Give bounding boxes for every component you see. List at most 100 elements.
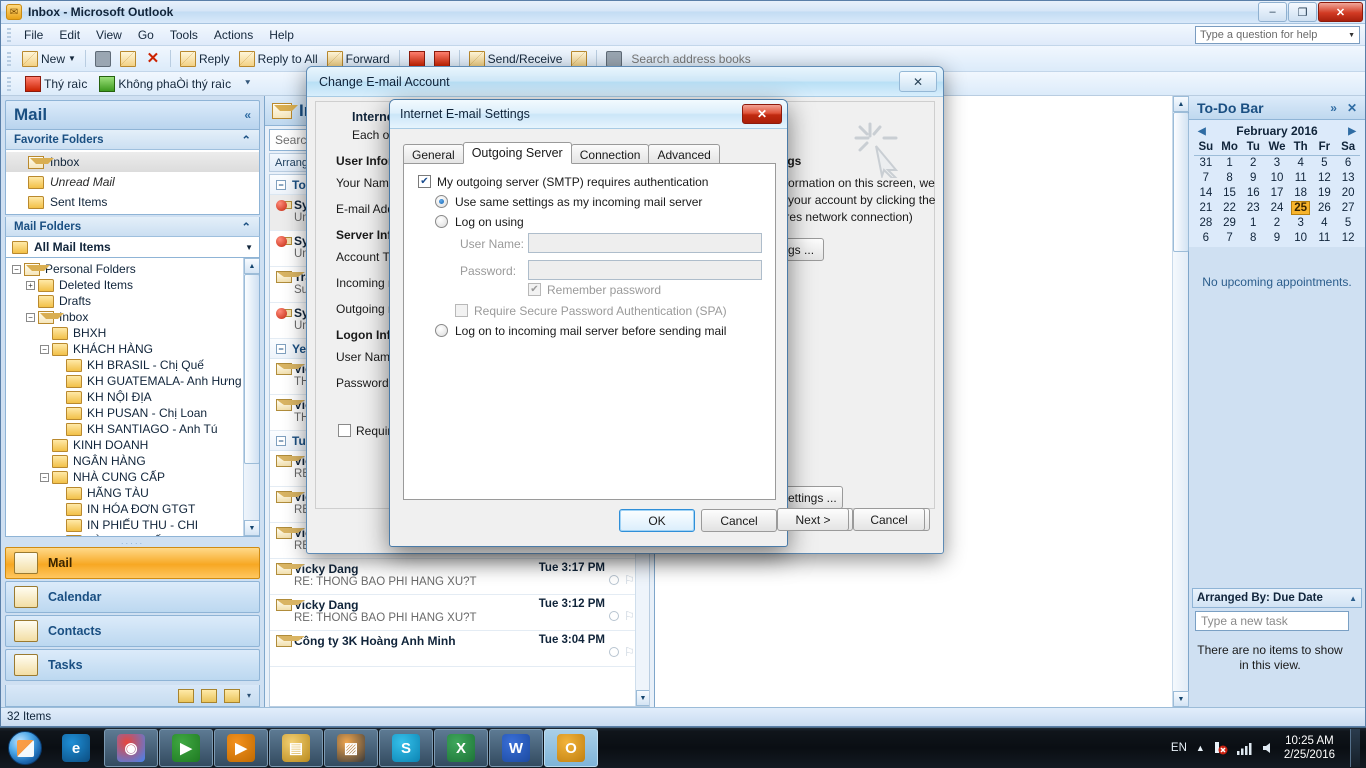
group-collapse-icon[interactable]: − — [276, 179, 286, 190]
dialog-close-button[interactable]: ✕ — [899, 71, 937, 92]
favorite-item-unread-mail[interactable]: Unread Mail — [6, 172, 259, 192]
calendar-day[interactable]: 11 — [1289, 170, 1313, 185]
new-task-input[interactable]: Type a new task — [1195, 611, 1349, 631]
group-collapse-icon[interactable]: − — [276, 435, 286, 446]
configure-buttons-icon[interactable]: ▾ — [247, 691, 251, 700]
taskbar-clock[interactable]: 10:25 AM 2/25/2016 — [1284, 734, 1335, 762]
taskbar-word-button[interactable]: W — [489, 729, 543, 767]
smtp-auth-checkbox[interactable]: ✔ — [418, 175, 431, 188]
favorite-item-inbox[interactable]: Inbox — [6, 152, 259, 172]
calendar-day[interactable]: 1 — [1241, 215, 1265, 230]
calendar-day[interactable]: 9 — [1241, 170, 1265, 185]
tree-node[interactable]: Drafts — [6, 293, 259, 309]
mail-folders-header[interactable]: Mail Folders ⌃ — [5, 217, 260, 237]
calendar-day[interactable]: 14 — [1194, 185, 1218, 200]
tree-node[interactable]: BHXH — [6, 325, 259, 341]
scroll-up-icon[interactable]: ▲ — [1173, 96, 1189, 112]
favorite-item-sent-items[interactable]: Sent Items — [6, 192, 259, 212]
menu-tools[interactable]: Tools — [162, 26, 206, 44]
tree-node[interactable]: HÃNG TÀU — [6, 485, 259, 501]
help-search-input[interactable]: Type a question for help ▼ — [1195, 26, 1360, 44]
tree-node[interactable]: KH GUATEMALA- Anh Hưng — [6, 373, 259, 389]
calendar-day[interactable]: 8 — [1241, 230, 1265, 245]
calendar-day[interactable]: 4 — [1289, 155, 1313, 170]
junk-button[interactable]: Thý raìc — [22, 75, 90, 93]
expand-icon[interactable]: » — [1330, 101, 1337, 115]
calendar-day[interactable]: 25 — [1289, 200, 1313, 215]
chevron-up-icon[interactable]: ⌃ — [241, 220, 251, 234]
calendar-day[interactable]: 12 — [1336, 230, 1360, 245]
calendar-day[interactable]: 5 — [1336, 215, 1360, 230]
calendar-day[interactable]: 16 — [1241, 185, 1265, 200]
message-row[interactable]: Vicky Dang Tue 3:17 PM RE: THÔNG BÁO PHÍ H… — [270, 559, 649, 595]
calendar-day[interactable]: 22 — [1218, 200, 1242, 215]
category-circle-icon[interactable] — [609, 647, 619, 657]
ies-user-name-input[interactable] — [528, 233, 762, 253]
calendar-day[interactable]: 12 — [1313, 170, 1337, 185]
taskbar-skype-button[interactable]: S — [379, 729, 433, 767]
tree-node[interactable]: + Deleted Items — [6, 277, 259, 293]
log-on-incoming-radio[interactable] — [435, 324, 448, 337]
follow-up-flag-icon[interactable]: ⚐ — [624, 646, 635, 658]
calendar-day[interactable]: 27 — [1336, 200, 1360, 215]
calendar-day[interactable]: 6 — [1336, 155, 1360, 170]
tree-node[interactable]: − Inbox — [6, 309, 259, 325]
new-button[interactable]: New ▼ — [19, 50, 79, 68]
taskbar-media-player-button[interactable]: ▶ — [214, 729, 268, 767]
follow-up-flag-icon[interactable]: ⚐ — [624, 574, 635, 586]
scroll-thumb[interactable] — [244, 274, 259, 464]
taskbar-google-chrome-button[interactable]: ◉ — [104, 729, 158, 767]
calendar-day[interactable]: 10 — [1289, 230, 1313, 245]
use-same-settings-radio[interactable] — [435, 195, 448, 208]
calendar-day[interactable]: 19 — [1313, 185, 1337, 200]
menu-file[interactable]: File — [16, 26, 51, 44]
tree-node[interactable]: KH NỘI ĐỊA — [6, 389, 259, 405]
show-hidden-icons-icon[interactable]: ▲ — [1196, 743, 1205, 753]
tree-expander-icon[interactable]: − — [40, 344, 49, 354]
chevron-down-icon[interactable]: ▼ — [245, 243, 253, 252]
tree-expander-icon[interactable]: − — [26, 312, 35, 322]
tree-node[interactable]: KINH DOANH — [6, 437, 259, 453]
tree-expander-icon[interactable]: + — [26, 280, 35, 290]
collapse-navpane-icon[interactable]: « — [244, 108, 251, 122]
prev-month-icon[interactable]: ◀ — [1198, 126, 1206, 137]
tree-node[interactable]: KH BRASIL - Chị Quế — [6, 357, 259, 373]
tree-node[interactable]: − NHÀ CUNG CẤP — [6, 469, 259, 485]
find-button[interactable] — [568, 50, 590, 68]
show-desktop-button[interactable] — [1350, 729, 1360, 767]
calendar-day[interactable]: 7 — [1218, 230, 1242, 245]
send-receive-button[interactable]: Send/Receive — [466, 50, 566, 68]
calendar-day[interactable]: 7 — [1194, 170, 1218, 185]
flag-button[interactable] — [431, 50, 453, 68]
menu-view[interactable]: View — [88, 26, 130, 44]
menu-edit[interactable]: Edit — [51, 26, 88, 44]
calendar-day[interactable]: 3 — [1289, 215, 1313, 230]
log-on-using-radio[interactable] — [435, 215, 448, 228]
folder-list-icon[interactable] — [200, 688, 217, 703]
not-junk-button[interactable]: Không phaÒi thý raìc — [96, 75, 234, 93]
navpane-splitter[interactable]: ····· — [5, 539, 260, 548]
calendar-day[interactable]: 6 — [1194, 230, 1218, 245]
language-indicator[interactable]: EN — [1171, 742, 1187, 754]
ies-password-input[interactable] — [528, 260, 762, 280]
cancel-button-wizard[interactable]: Cancel — [853, 508, 925, 531]
toolbar-overflow-icon[interactable]: ⯆ — [244, 78, 251, 89]
tree-node[interactable]: KH SANTIAGO - Anh Tú — [6, 421, 259, 437]
tree-expander-icon[interactable]: − — [40, 472, 49, 482]
network-error-icon[interactable] — [1214, 741, 1228, 755]
category-circle-icon[interactable] — [609, 575, 619, 585]
tree-node[interactable]: − Personal Folders — [6, 261, 259, 277]
calendar-day[interactable]: 28 — [1194, 215, 1218, 230]
forward-button[interactable]: Forward — [324, 50, 393, 68]
folder-tree-scrollbar[interactable]: ▲ ▼ — [243, 258, 259, 536]
calendar-day[interactable]: 17 — [1265, 185, 1289, 200]
group-collapse-icon[interactable]: − — [276, 343, 286, 354]
calendar-day[interactable]: 4 — [1313, 215, 1337, 230]
calendar-day[interactable]: 3 — [1265, 155, 1289, 170]
toolbar-grip[interactable] — [7, 51, 11, 66]
calendar-day[interactable]: 23 — [1241, 200, 1265, 215]
shortcuts-icon[interactable] — [223, 688, 240, 703]
chevron-down-icon[interactable]: ▼ — [1348, 32, 1355, 39]
navpane-module-contacts[interactable]: Contacts — [5, 615, 260, 647]
scroll-up-icon[interactable]: ▲ — [244, 258, 259, 274]
